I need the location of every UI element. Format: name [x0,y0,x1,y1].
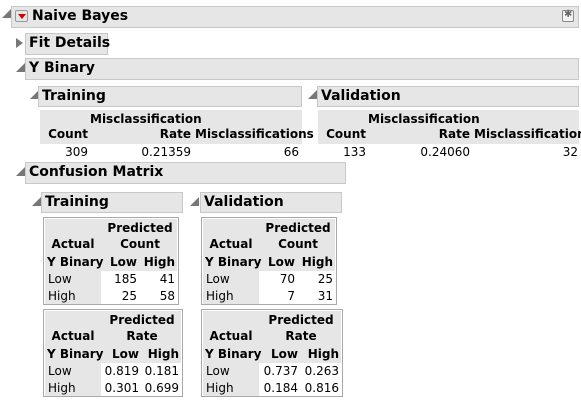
cm-variable-label: Y Binary [205,347,262,361]
cm-measure-label: Count [120,237,160,251]
cm-measure-label: Count [278,237,318,251]
cm-predicted-label: Predicted [107,221,173,235]
cm-actual-label: Actual [209,237,253,251]
cm-measure-label: Rate [126,329,158,343]
training-rate-value: 0.21359 [141,145,191,159]
cm-variable-label: Y Binary [47,347,104,361]
cm-row-label: Low [48,272,72,286]
cm-row-label: High [48,289,76,303]
cm-actual-label: Actual [51,329,95,343]
cm-actual-label: Actual [51,237,95,251]
cm-actual-label: Actual [209,329,253,343]
cm-row-label: High [206,381,234,395]
cm-cell-high: 58 [159,289,175,303]
cm-row-label: Low [206,364,230,378]
cm-variable-label: Y Binary [205,255,262,269]
cm-cell-low: 70 [279,272,295,286]
cm-row-label: High [206,289,234,303]
disclosure-open-icon[interactable] [16,63,25,72]
training-misclassifications-value: 66 [283,145,299,159]
cm-row-label: High [48,381,76,395]
cm-cell-high: 41 [159,272,175,286]
cm-cell-low: 7 [287,289,295,303]
cm-validation-header[interactable]: Validation [200,192,342,213]
cm-cell-low: 25 [121,289,137,303]
cm-col-low: Low [110,255,137,269]
training-count-value: 309 [65,145,88,159]
cm-predicted-label: Predicted [109,313,175,327]
cm-training-header[interactable]: Training [41,192,183,213]
disclosure-open-icon[interactable] [16,167,25,176]
cm-training-count-table: Predicted Count Actual Y Binary Low High Low 18… [43,217,179,305]
cm-training-rate-table: Predicted Rate Actual Y Binary Low High Low 0.8… [43,309,183,397]
cm-cell-low: 0.301 [104,381,139,395]
col-header-misclassifications: Misclassifications [195,127,314,141]
cm-row-label: Low [206,272,230,286]
col-header-rate: Rate [438,127,470,141]
cm-col-high: High [147,347,179,361]
cm-cell-high: 0.263 [304,364,339,378]
cm-cell-low: 0.819 [104,364,139,378]
cm-cell-high: 0.816 [304,381,339,395]
report-title: Naive Bayes [32,8,129,24]
col-header-rate: Rate [159,127,191,141]
disclosure-open-icon[interactable] [308,90,317,99]
col-header-misclassification: Misclassification [368,112,480,126]
cm-cell-high: 25 [317,272,333,286]
cm-cell-high: 0.181 [144,364,179,378]
cm-col-high: High [301,255,333,269]
col-header-count: Count [48,127,88,141]
cm-cell-low: 0.184 [263,381,298,395]
cm-predicted-label: Predicted [268,313,334,327]
cm-validation-rate-table: Predicted Rate Actual Y Binary Low High Low 0.7… [201,309,343,397]
disclosure-open-icon[interactable] [190,197,199,206]
cm-cell-high: 31 [317,289,333,303]
disclosure-closed-icon[interactable] [16,38,23,48]
cm-measure-label: Rate [285,329,317,343]
cm-cell-low: 0.737 [263,364,298,378]
col-header-misclassifications: Misclassifications [474,127,581,141]
y-binary-training-header[interactable]: Training [38,86,302,107]
y-binary-header[interactable]: Y Binary [25,58,579,80]
cm-predicted-label: Predicted [265,221,331,235]
validation-count-value: 133 [343,145,366,159]
validation-misclassifications-value: 32 [562,145,578,159]
disclosure-open-icon[interactable] [32,197,41,206]
options-corner-icon[interactable] [562,9,574,22]
col-header-count: Count [326,127,366,141]
confusion-matrix-header[interactable]: Confusion Matrix [25,162,346,184]
cm-cell-high: 0.699 [144,381,179,395]
cm-validation-count-table: Predicted Count Actual Y Binary Low High Low 70… [201,217,337,305]
cm-col-low: Low [271,347,298,361]
cm-row-label: Low [48,364,72,378]
red-triangle-menu-icon[interactable] [15,10,28,22]
disclosure-open-icon[interactable] [2,9,11,18]
cm-variable-label: Y Binary [47,255,104,269]
col-header-misclassification: Misclassification [90,112,202,126]
y-binary-validation-header[interactable]: Validation [317,86,579,107]
cm-col-low: Low [268,255,295,269]
cm-col-low: Low [112,347,139,361]
cm-cell-low: 185 [114,272,137,286]
cm-col-high: High [143,255,175,269]
validation-rate-value: 0.24060 [420,145,470,159]
cm-col-high: High [307,347,339,361]
fit-details-header[interactable]: Fit Details [25,33,110,55]
